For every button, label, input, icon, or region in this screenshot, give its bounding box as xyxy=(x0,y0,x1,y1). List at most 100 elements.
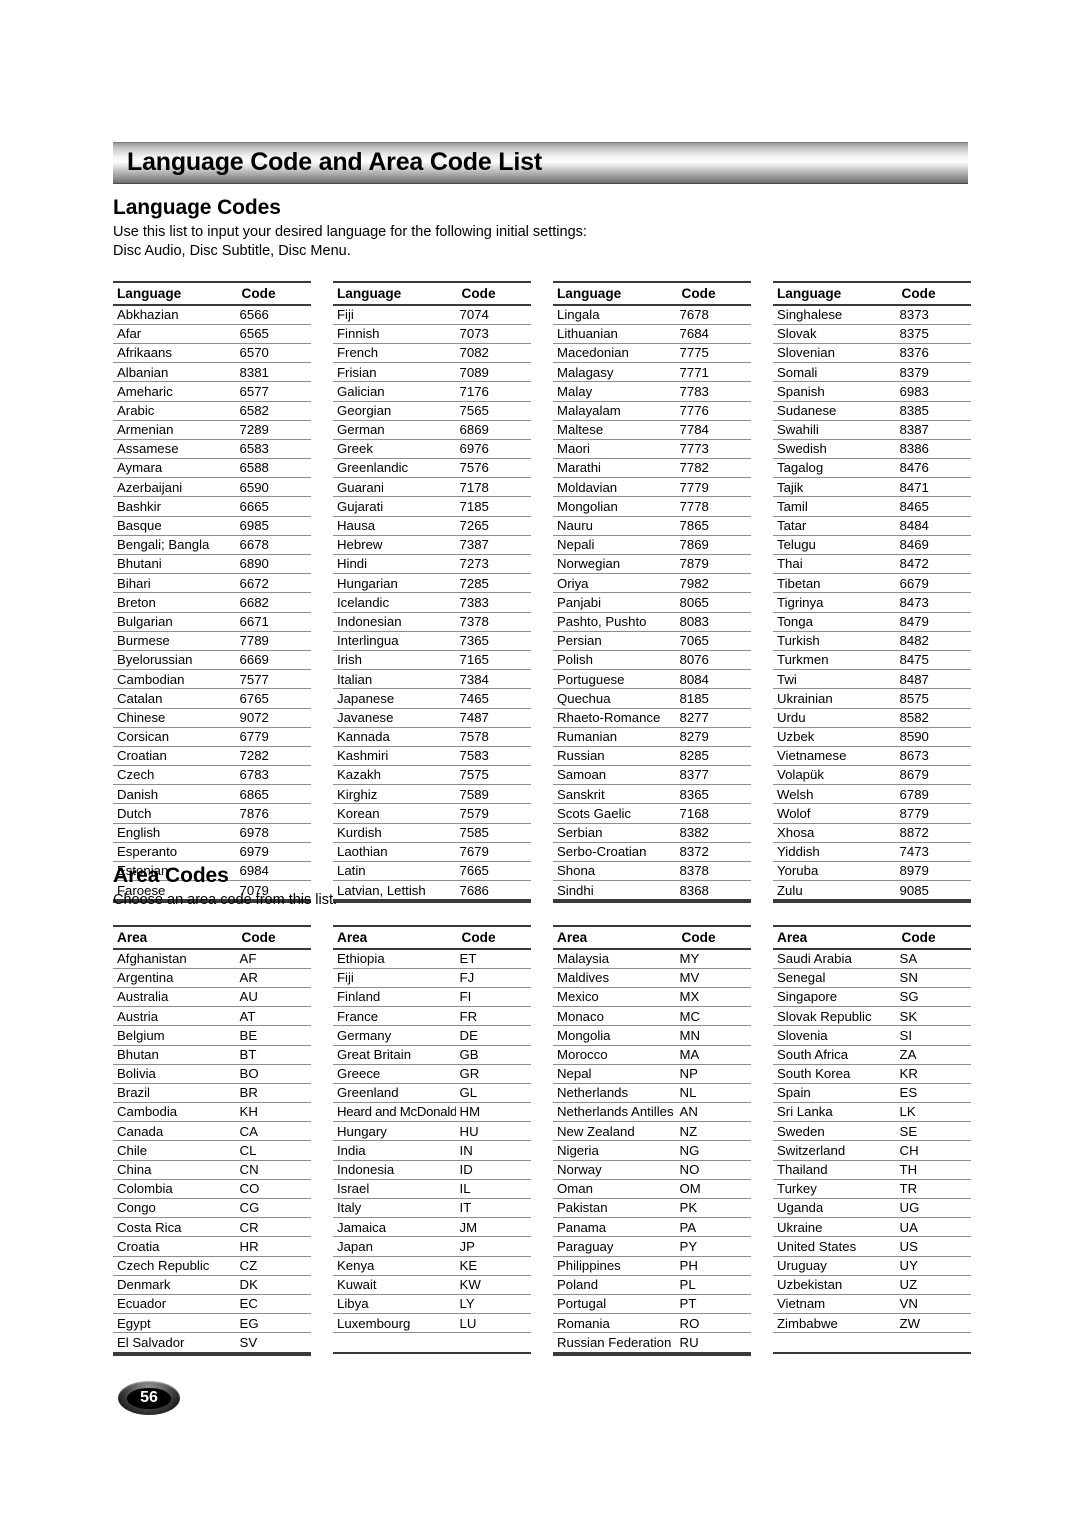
language-name-cell: Azerbaijani xyxy=(113,477,236,498)
area-name-cell: Oman xyxy=(553,1179,676,1200)
table-row: Pakistan PK xyxy=(553,1198,751,1219)
table-row: Czech Republic CZ xyxy=(113,1256,311,1276)
language-column-2: Language Code Fiji 7074 Finnish 7073 French 708… xyxy=(333,281,553,904)
language-name-cell: Ukrainian xyxy=(773,688,896,709)
language-name-cell: Yiddish xyxy=(773,842,896,863)
language-name-cell: Finnish xyxy=(333,324,456,344)
language-name-cell: Tamil xyxy=(773,496,896,517)
language-column-3: Language Code Lingala 7678 Lithuanian 7684 Mac… xyxy=(553,281,773,904)
table-row: Catalan 6765 xyxy=(113,688,311,709)
table-row: Sudanese 8385 xyxy=(773,401,971,421)
language-code-cell: 8484 xyxy=(895,516,971,536)
table-row: Telugu 8469 xyxy=(773,535,971,556)
table-row: Nigeria NG xyxy=(553,1140,751,1161)
language-code-cell: 6765 xyxy=(235,688,311,709)
area-code-cell: HU xyxy=(455,1121,531,1142)
area-name-cell: Congo xyxy=(113,1198,236,1219)
area-code-cell: ZW xyxy=(895,1313,971,1334)
area-code-cell: HR xyxy=(235,1236,311,1257)
area-name-cell: Bolivia xyxy=(113,1064,236,1084)
language-code-cell: 7074 xyxy=(455,304,531,325)
area-table-bottom-rule xyxy=(333,1351,531,1354)
area-code-cell: PH xyxy=(675,1256,751,1276)
language-code-cell: 8376 xyxy=(895,343,971,364)
language-name-cell: Malay xyxy=(553,381,676,402)
language-code-cell: 6983 xyxy=(895,381,971,402)
language-code-cell: 8575 xyxy=(895,688,971,709)
language-name-cell: Cambodian xyxy=(113,669,236,690)
language-name-cell: Frisian xyxy=(333,362,456,383)
table-row: Nauru 7865 xyxy=(553,516,751,536)
language-name-cell: Bhutani xyxy=(113,554,236,575)
table-row: Bulgarian 6671 xyxy=(113,612,311,632)
language-code-cell: 6978 xyxy=(235,823,311,843)
language-name-cell: Hindi xyxy=(333,554,456,575)
language-name-cell: Vietnamese xyxy=(773,746,896,767)
table-row: Thai 8472 xyxy=(773,554,971,575)
language-code-cell: 6565 xyxy=(235,324,311,344)
language-code-cell: 6577 xyxy=(235,381,311,402)
area-name-cell: Australia xyxy=(113,987,236,1008)
table-header-row: Area Code xyxy=(553,925,751,950)
table-row: Italian 7384 xyxy=(333,669,531,690)
table-row: Israel IL xyxy=(333,1179,531,1200)
table-row: Fiji FJ xyxy=(333,968,531,988)
language-code-cell: 6682 xyxy=(235,592,311,613)
table-row: Spanish 6983 xyxy=(773,381,971,402)
table-row: Mexico MX xyxy=(553,987,751,1008)
table-row: Thailand TH xyxy=(773,1160,971,1180)
table-row: Gujarati 7185 xyxy=(333,496,531,517)
area-name-cell: Netherlands xyxy=(553,1083,676,1104)
area-name-cell: Turkey xyxy=(773,1179,896,1200)
table-row: Kazakh 7575 xyxy=(333,765,531,786)
table-row: Uzbek 8590 xyxy=(773,727,971,747)
area-code-cell: MY xyxy=(675,948,751,969)
area-name-cell: Russian Federation xyxy=(553,1332,676,1354)
table-row: Vietnamese 8673 xyxy=(773,746,971,767)
table-row: Luxembourg LU xyxy=(333,1313,531,1334)
area-code-cell: JM xyxy=(455,1217,531,1238)
language-code-cell: 7365 xyxy=(455,631,531,651)
area-name-cell: Jamaica xyxy=(333,1217,456,1238)
area-code-cell: UA xyxy=(895,1217,971,1238)
area-code-header: Code xyxy=(455,925,531,950)
area-name-cell: Uruguay xyxy=(773,1256,896,1276)
table-row: Laothian 7679 xyxy=(333,842,531,863)
table-row: Rhaeto-Romance 8277 xyxy=(553,708,751,728)
table-row: Sri Lanka LK xyxy=(773,1102,971,1123)
language-name-cell: Tibetan xyxy=(773,573,896,594)
area-name-cell: Kenya xyxy=(333,1256,456,1276)
table-filler-row xyxy=(773,1333,971,1352)
area-name-cell: Austria xyxy=(113,1006,236,1027)
table-row: Czech 6783 xyxy=(113,765,311,786)
language-name-header: Language xyxy=(773,281,896,306)
table-row: Nepali 7869 xyxy=(553,535,751,556)
language-code-cell: 6570 xyxy=(235,343,311,364)
language-name-cell: Korean xyxy=(333,803,456,824)
language-code-cell: 6890 xyxy=(235,554,311,575)
table-row: Italy IT xyxy=(333,1198,531,1219)
area-code-cell: KW xyxy=(455,1275,531,1295)
area-code-cell: GL xyxy=(455,1083,531,1104)
table-row: Saudi Arabia SA xyxy=(773,948,971,969)
language-name-cell: Portuguese xyxy=(553,669,676,690)
language-code-cell: 6783 xyxy=(235,765,311,786)
area-name-cell: Switzerland xyxy=(773,1140,896,1161)
area-name-cell: Thailand xyxy=(773,1160,896,1180)
area-code-cell: JP xyxy=(455,1236,531,1257)
area-code-cell: IT xyxy=(455,1198,531,1219)
area-code-cell: EC xyxy=(235,1294,311,1315)
table-row: Hungarian 7285 xyxy=(333,573,531,594)
language-code-cell: 7789 xyxy=(235,631,311,651)
manual-page: Language Code and Area Code List Languag… xyxy=(0,0,1080,1528)
table-row: Sweden SE xyxy=(773,1121,971,1142)
table-row: Swahili 8387 xyxy=(773,420,971,440)
table-row: Panjabi 8065 xyxy=(553,592,751,613)
language-code-cell: 7865 xyxy=(675,516,751,536)
area-code-cell: ET xyxy=(455,948,531,969)
area-code-cell: MA xyxy=(675,1045,751,1065)
language-code-header: Code xyxy=(895,281,971,306)
table-row: Lingala 7678 xyxy=(553,304,751,325)
table-row: Nepal NP xyxy=(553,1064,751,1084)
table-row: Turkmen 8475 xyxy=(773,650,971,671)
